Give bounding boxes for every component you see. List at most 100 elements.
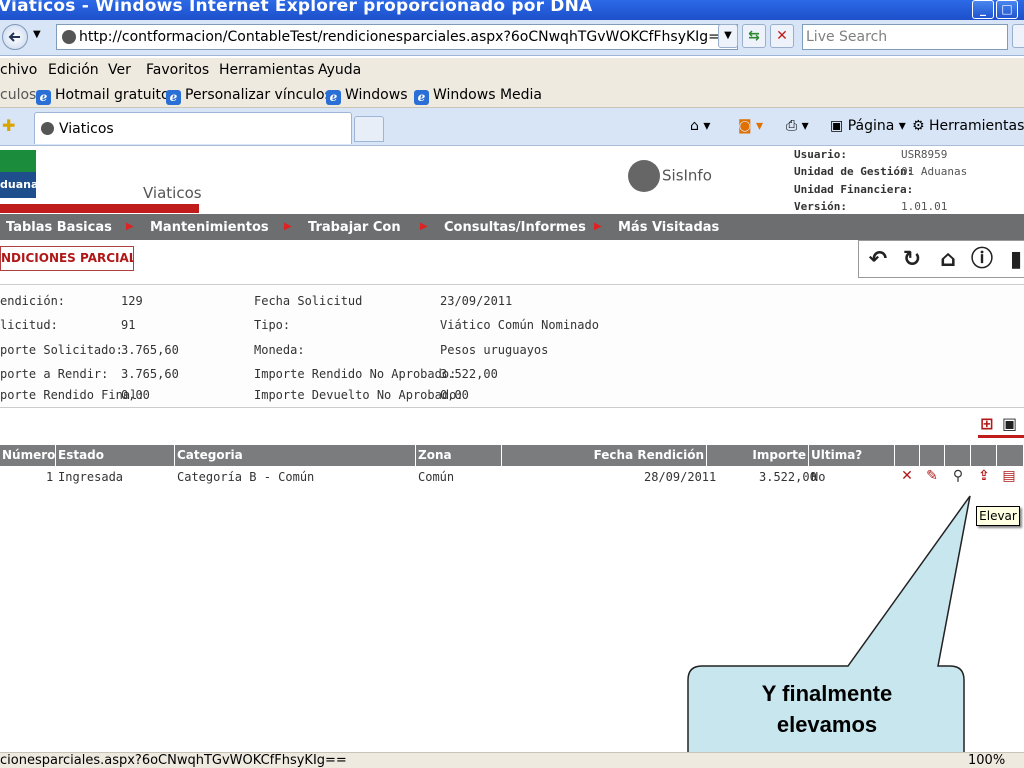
unidad-gestion-value: 01 Aduanas: [901, 165, 968, 178]
sisinfo-logo: SisInfo: [628, 160, 712, 192]
add-document-icon[interactable]: ⊞: [980, 414, 993, 433]
pdf-icon[interactable]: ▤: [999, 466, 1019, 486]
search-input[interactable]: Live Search: [802, 24, 1008, 50]
cell-numero: 1: [46, 470, 54, 484]
col-zona[interactable]: Zona: [416, 445, 502, 466]
edit-pencil-icon[interactable]: ✎: [922, 466, 942, 486]
back-button[interactable]: [2, 24, 28, 50]
link-windows-media[interactable]: e Windows Media: [414, 87, 542, 105]
version-value: 1.01.01: [901, 200, 948, 213]
col-ultima[interactable]: Ultima?: [809, 445, 895, 466]
maximize-button[interactable]: □: [996, 0, 1018, 19]
menu-ayuda[interactable]: Ayuda: [318, 62, 361, 78]
app-title: Viaticos: [143, 184, 202, 202]
cell-categoria: Categoría B - Común: [177, 470, 315, 484]
nav-arrow-icon: ▶: [594, 221, 602, 232]
main-nav: Tablas Basicas ▶ Mantenimientos ▶ Trabaj…: [0, 214, 1024, 240]
export-icon[interactable]: ▣: [1002, 414, 1017, 433]
cell-ultima: No: [811, 470, 826, 484]
zoom-level[interactable]: 100%: [968, 753, 1005, 768]
favorites-star-icon[interactable]: ✚: [2, 116, 15, 135]
elevar-tooltip: Elevar: [976, 506, 1020, 526]
fecha-solicitud-value: 23/09/2011: [440, 294, 513, 308]
search-button[interactable]: [1012, 24, 1024, 48]
tab-title: Viaticos: [59, 121, 114, 137]
importe-devuelto-no-aprobado-value: 0,00: [440, 388, 469, 402]
rendicion-label: endición:: [0, 294, 66, 308]
elevar-icon[interactable]: ⇪: [974, 466, 994, 486]
print-icon[interactable]: ⎙ ▾: [786, 118, 809, 134]
col-numero[interactable]: Número: [0, 445, 56, 466]
menu-ver[interactable]: Ver: [108, 62, 131, 78]
nav-consultas-informes[interactable]: Consultas/Informes: [444, 220, 586, 235]
nav-tablas-basicas[interactable]: Tablas Basicas: [6, 220, 112, 235]
stop-button[interactable]: ✕: [770, 24, 794, 48]
importe-devuelto-no-aprobado-label: Importe Devuelto No Aprobado:: [254, 388, 464, 402]
info-icon[interactable]: ⓘ: [969, 247, 995, 273]
links-label: culos: [0, 87, 37, 103]
history-dropdown-icon[interactable]: ▼: [33, 29, 41, 40]
col-categoria[interactable]: Categoria: [175, 445, 416, 466]
back-icon[interactable]: ↶: [865, 247, 891, 273]
delete-icon[interactable]: ✕: [897, 466, 917, 486]
moneda-value: Pesos uruguayos: [440, 343, 549, 357]
menu-favoritos[interactable]: Favoritos: [146, 62, 209, 78]
menu-edicion[interactable]: Edición: [48, 62, 99, 78]
new-tab-button[interactable]: [354, 116, 384, 142]
address-url: http://contformacion/ContableTest/rendic…: [79, 29, 732, 45]
page-toolbar: ↶ ↻ ⌂ ⓘ ▮: [858, 240, 1024, 278]
cell-zona: Común: [418, 470, 455, 484]
callout-line-2: elevamos: [776, 712, 878, 737]
back-arrow-icon: [8, 32, 20, 42]
search-placeholder: Live Search: [806, 29, 888, 45]
title-underline: [0, 204, 199, 213]
refresh-button[interactable]: ⇆: [742, 24, 766, 48]
col-importe[interactable]: Importe: [707, 445, 809, 466]
minimize-button[interactable]: _: [972, 0, 994, 19]
cell-importe: 3.522,00: [759, 470, 817, 484]
callout-text: Y finalmente elevamos: [693, 678, 961, 740]
aduanas-logo: duanas: [0, 150, 45, 200]
page-icon: [62, 30, 76, 44]
link-personalizar[interactable]: e Personalizar vínculos: [166, 87, 332, 105]
ie-icon: e: [326, 90, 341, 105]
nav-mantenimientos[interactable]: Mantenimientos: [150, 220, 269, 235]
nav-arrow-icon: ▶: [126, 221, 134, 232]
col-action: [895, 445, 920, 466]
view-magnifier-icon[interactable]: ⚲: [948, 466, 968, 486]
page-icon: [41, 122, 54, 135]
exit-icon[interactable]: ▮: [1003, 247, 1024, 273]
tab-viaticos[interactable]: Viaticos: [34, 112, 352, 144]
details-panel: endición: 129 licitud: 91 porte Solicita…: [0, 284, 1024, 408]
window-title: Viaticos - Windows Internet Explorer pro…: [0, 0, 593, 16]
usuario-value: USR8959: [901, 148, 948, 161]
tab-bar: ✚ Viaticos ⌂ ▾ ◙ ▾ ⎙ ▾ ▣ Página ▾ ⚙ Herr…: [0, 108, 1024, 146]
address-dropdown-button[interactable]: ▼: [718, 24, 738, 48]
menu-bar: chivo Edición Ver Favoritos Herramientas…: [0, 58, 1024, 82]
col-action: [920, 445, 945, 466]
window-title-bar: Viaticos - Windows Internet Explorer pro…: [0, 0, 1024, 20]
feeds-icon[interactable]: ◙ ▾: [738, 118, 763, 134]
col-estado[interactable]: Estado: [56, 445, 175, 466]
menu-archivo[interactable]: chivo: [0, 62, 37, 78]
nav-arrow-icon: ▶: [284, 221, 292, 232]
ie-icon: e: [414, 90, 429, 105]
link-windows[interactable]: e Windows: [326, 87, 408, 105]
home-icon[interactable]: ⌂ ▾: [690, 118, 710, 134]
home-icon[interactable]: ⌂: [935, 247, 961, 273]
col-fecha-rendicion[interactable]: Fecha Rendición: [502, 445, 707, 466]
importe-rendido-final-value: 0,00: [121, 388, 150, 402]
nav-mas-visitadas[interactable]: Más Visitadas: [618, 220, 719, 235]
nav-trabajar-con[interactable]: Trabajar Con: [308, 220, 401, 235]
link-hotmail[interactable]: e Hotmail gratuito: [36, 87, 170, 105]
cell-fecha: 28/09/2011: [644, 470, 717, 484]
nav-arrow-icon: ▶: [420, 221, 428, 232]
tools-menu[interactable]: ⚙ Herramientas ▾: [912, 118, 1024, 134]
refresh-icon[interactable]: ↻: [899, 247, 925, 273]
importe-rendido-no-aprobado-label: Importe Rendido No Aprobado:: [254, 367, 457, 381]
menu-herramientas[interactable]: Herramientas: [219, 62, 314, 78]
fecha-solicitud-label: Fecha Solicitud: [254, 294, 363, 308]
callout-line-1: Y finalmente: [761, 681, 893, 706]
address-input[interactable]: http://contformacion/ContableTest/rendic…: [56, 24, 738, 50]
page-menu[interactable]: ▣ Página ▾: [830, 118, 906, 134]
